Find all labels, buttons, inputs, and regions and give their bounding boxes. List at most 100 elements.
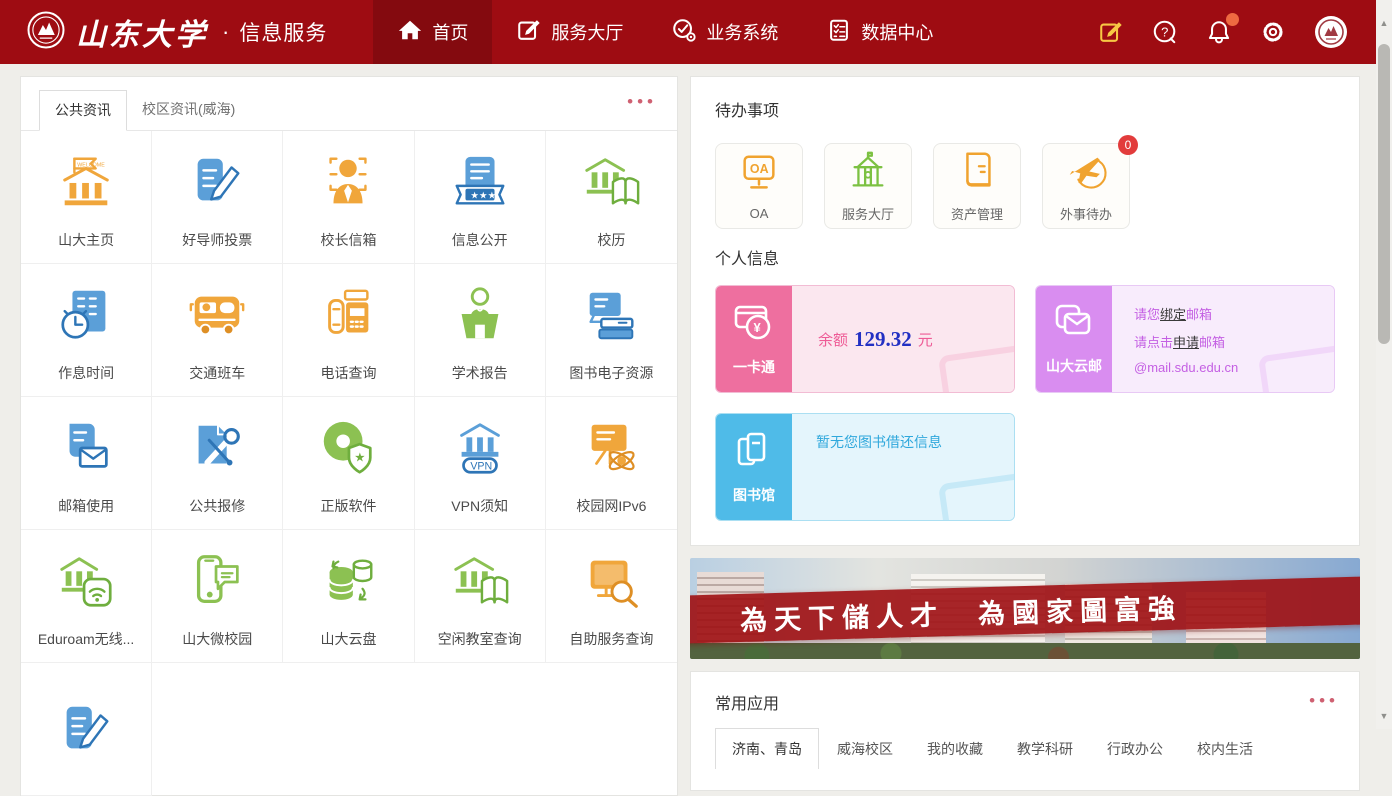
svg-text:¥: ¥ bbox=[754, 320, 762, 335]
brand[interactable]: 山东大学 · 信息服务 bbox=[0, 10, 327, 55]
info-disclosure-icon: ★★★ bbox=[449, 151, 511, 218]
banner-slogan-2: 為國家圖富強 bbox=[977, 586, 1182, 631]
app-正版软件[interactable]: ★正版软件 bbox=[283, 397, 414, 530]
schedule-icon bbox=[55, 284, 117, 351]
top-navbar: 山东大学 · 信息服务 首页服务大厅业务系统数据中心 ? bbox=[0, 0, 1376, 64]
self-service-icon bbox=[580, 550, 642, 617]
nav-item-业务系统[interactable]: 业务系统 bbox=[647, 0, 802, 64]
university-name: 山东大学 bbox=[76, 10, 208, 54]
cloud-mail-widget[interactable]: 山大云邮 请您绑定邮箱 请点击申请邮箱 @mail.sdu.edu.cn bbox=[1035, 285, 1335, 393]
app-校园网IPv6[interactable]: 校园网IPv6 bbox=[546, 397, 677, 530]
edit-icon[interactable] bbox=[1098, 19, 1124, 45]
bell-icon[interactable] bbox=[1206, 19, 1232, 45]
scroll-up-arrow[interactable]: ▲ bbox=[1376, 18, 1392, 28]
nav-item-服务大厅[interactable]: 服务大厅 bbox=[492, 0, 647, 64]
repair-icon bbox=[186, 417, 248, 484]
campus-banner[interactable]: 為天下儲人才 為國家圖富強 bbox=[690, 558, 1360, 659]
right-column: 待办事项 OAOA服务大厅资产管理外事待办0 个人信息 ¥ bbox=[690, 76, 1360, 791]
campus-card-name: 一卡通 bbox=[733, 357, 775, 377]
nav-item-数据中心[interactable]: 数据中心 bbox=[802, 0, 957, 64]
airplane-icon bbox=[1063, 149, 1109, 198]
scroll-down-arrow[interactable]: ▼ bbox=[1376, 711, 1392, 721]
app-VPN须知[interactable]: VPNVPN须知 bbox=[415, 397, 546, 530]
apps-tab-威海校区[interactable]: 威海校区 bbox=[837, 729, 893, 769]
app-作息时间[interactable]: 作息时间 bbox=[21, 264, 152, 397]
common-apps-menu-dots[interactable]: ••• bbox=[1309, 692, 1339, 709]
tutor-vote-icon bbox=[186, 151, 248, 218]
app-好导师投票[interactable]: 好导师投票 bbox=[152, 131, 283, 264]
help-icon[interactable]: ? bbox=[1152, 19, 1178, 45]
app-unnamed[interactable] bbox=[21, 663, 152, 796]
cloud-mail-strip: 山大云邮 bbox=[1036, 286, 1112, 392]
cloud-disk-icon bbox=[317, 550, 379, 617]
vpn-icon: VPN bbox=[449, 417, 511, 484]
apply-mail-link[interactable]: 申请 bbox=[1173, 335, 1199, 350]
campus-card-widget[interactable]: ¥ 一卡通 余额 129.32 元 bbox=[715, 285, 1015, 393]
apps-tab-教学科研[interactable]: 教学科研 bbox=[1017, 729, 1073, 769]
card-watermark bbox=[938, 344, 1015, 393]
library-name: 图书馆 bbox=[733, 485, 775, 505]
cloud-mail-icon bbox=[1053, 303, 1095, 346]
campus-card-strip: ¥ 一卡通 bbox=[716, 286, 792, 392]
app-校长信箱[interactable]: 校长信箱 bbox=[283, 131, 414, 264]
app-公共报修[interactable]: 公共报修 bbox=[152, 397, 283, 530]
app-Eduroam无线...[interactable]: Eduroam无线... bbox=[21, 530, 152, 663]
app-grid: WELCOME山大主页好导师投票校长信箱★★★信息公开校历作息时间交通班车电话查… bbox=[21, 131, 677, 796]
service-hall-icon bbox=[516, 17, 542, 48]
apps-tab-校内生活[interactable]: 校内生活 bbox=[1197, 729, 1253, 769]
app-自助服务查询[interactable]: 自助服务查询 bbox=[546, 530, 677, 663]
todo-card-服务大厅[interactable]: 服务大厅 bbox=[824, 143, 912, 229]
app-山大微校园[interactable]: 山大微校园 bbox=[152, 530, 283, 663]
micro-campus-icon bbox=[186, 550, 248, 617]
app-校历[interactable]: 校历 bbox=[546, 131, 677, 264]
business-system-icon bbox=[671, 17, 697, 48]
left-tabs-row: 公共资讯校区资讯(威海) ••• bbox=[21, 77, 677, 131]
svg-text:★★★: ★★★ bbox=[470, 190, 496, 201]
apps-tab-我的收藏[interactable]: 我的收藏 bbox=[927, 729, 983, 769]
svg-text:VPN: VPN bbox=[470, 460, 492, 472]
library-widget[interactable]: 图书馆 暂无您图书借还信息 bbox=[715, 413, 1015, 521]
todo-card-OA[interactable]: OAOA bbox=[715, 143, 803, 229]
todo-card-资产管理[interactable]: 资产管理 bbox=[933, 143, 1021, 229]
balance-label: 余额 bbox=[818, 329, 848, 350]
ipv6-icon bbox=[580, 417, 642, 484]
home-icon bbox=[397, 17, 423, 48]
avatar[interactable] bbox=[1314, 15, 1348, 49]
app-空闲教室查询[interactable]: 空闲教室查询 bbox=[415, 530, 546, 663]
data-center-icon bbox=[826, 17, 852, 48]
asset-ledger-icon bbox=[954, 149, 1000, 198]
shuttle-bus-icon bbox=[186, 284, 248, 351]
gear-icon[interactable] bbox=[1260, 19, 1286, 45]
more-menu-dots[interactable]: ••• bbox=[627, 93, 657, 110]
personal-info-title: 个人信息 bbox=[715, 245, 1335, 269]
portal-name: 信息服务 bbox=[239, 17, 327, 47]
tab-校区资讯(威海)[interactable]: 校区资讯(威海) bbox=[127, 90, 250, 130]
nav-item-首页[interactable]: 首页 bbox=[373, 0, 492, 64]
app-图书电子资源[interactable]: 图书电子资源 bbox=[546, 264, 677, 397]
apps-tab-济南、青岛[interactable]: 济南、青岛 bbox=[715, 728, 819, 769]
mail-watermark bbox=[1258, 344, 1335, 393]
app-交通班车[interactable]: 交通班车 bbox=[152, 264, 283, 397]
app-学术报告[interactable]: 学术报告 bbox=[415, 264, 546, 397]
banner-slogan-1: 為天下儲人才 bbox=[740, 593, 945, 638]
cloud-mail-body: 请您绑定邮箱 请点击申请邮箱 @mail.sdu.edu.cn bbox=[1112, 286, 1334, 392]
app-信息公开[interactable]: ★★★信息公开 bbox=[415, 131, 546, 264]
todo-card-外事待办[interactable]: 外事待办0 bbox=[1042, 143, 1130, 229]
app-山大主页[interactable]: WELCOME山大主页 bbox=[21, 131, 152, 264]
svg-text:OA: OA bbox=[750, 162, 769, 176]
app-山大云盘[interactable]: 山大云盘 bbox=[283, 530, 414, 663]
scroll-thumb[interactable] bbox=[1378, 44, 1390, 344]
school-calendar-icon bbox=[580, 151, 642, 218]
svg-text:WELCOME: WELCOME bbox=[77, 162, 105, 168]
lecture-icon bbox=[449, 284, 511, 351]
library-strip: 图书馆 bbox=[716, 414, 792, 520]
doc-pencil-icon bbox=[55, 699, 117, 766]
page-scrollbar[interactable]: ▲ ▼ bbox=[1376, 0, 1392, 729]
app-电话查询[interactable]: 电话查询 bbox=[283, 264, 414, 397]
navbar-actions: ? bbox=[1098, 15, 1376, 49]
bind-mail-link[interactable]: 绑定 bbox=[1160, 307, 1186, 322]
tab-公共资讯[interactable]: 公共资讯 bbox=[39, 90, 127, 131]
apps-tab-行政办公[interactable]: 行政办公 bbox=[1107, 729, 1163, 769]
brand-separator: · bbox=[222, 19, 229, 45]
app-邮箱使用[interactable]: 邮箱使用 bbox=[21, 397, 152, 530]
